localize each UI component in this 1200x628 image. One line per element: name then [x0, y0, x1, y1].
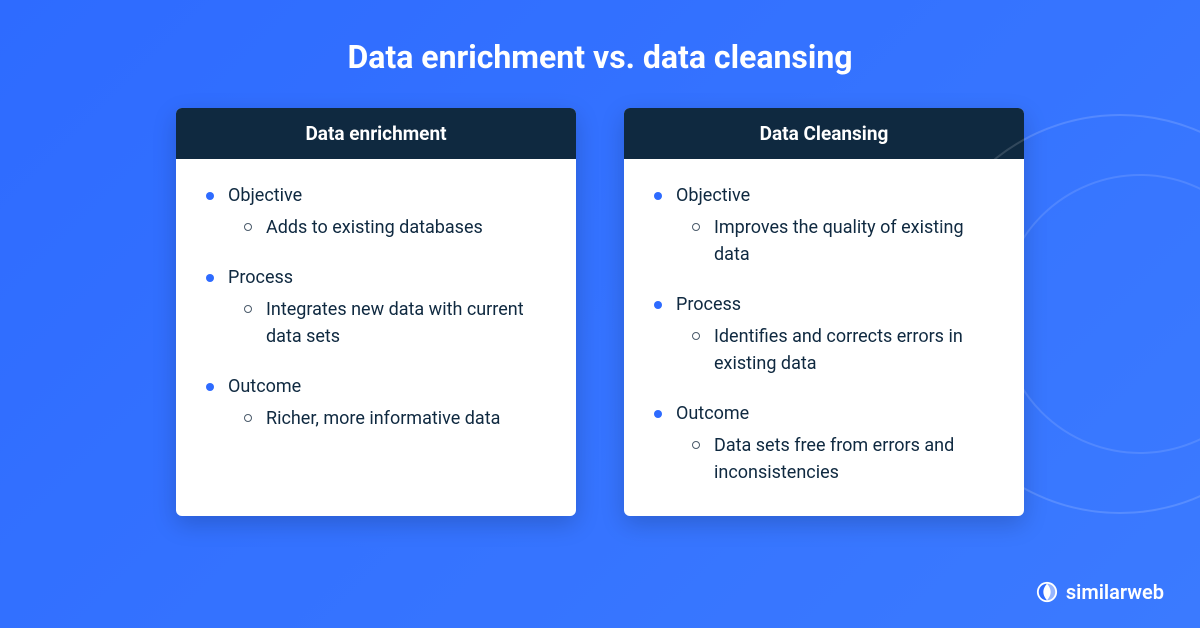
- section-label: Process: [206, 267, 546, 288]
- bullet-hollow-icon: [692, 441, 700, 449]
- brand-logo: similarweb: [1036, 580, 1164, 604]
- section-label-text: Objective: [228, 185, 302, 206]
- card-enrichment: Data enrichment Objective Adds to existi…: [176, 108, 576, 516]
- bullet-filled-icon: [654, 410, 662, 418]
- section-detail: Adds to existing databases: [206, 214, 546, 241]
- section-detail-text: Integrates new data with current data se…: [266, 296, 546, 350]
- section-label: Outcome: [206, 376, 546, 397]
- bullet-filled-icon: [206, 274, 214, 282]
- section-detail-text: Adds to existing databases: [266, 214, 483, 241]
- section-detail: Richer, more informative data: [206, 405, 546, 432]
- section-outcome: Outcome Richer, more informative data: [206, 376, 546, 432]
- section-outcome: Outcome Data sets free from errors and i…: [654, 403, 994, 486]
- bullet-hollow-icon: [244, 414, 252, 422]
- bullet-hollow-icon: [244, 223, 252, 231]
- bullet-hollow-icon: [692, 332, 700, 340]
- bullet-filled-icon: [654, 192, 662, 200]
- similarweb-icon: [1036, 581, 1058, 603]
- section-label: Objective: [654, 185, 994, 206]
- section-detail-text: Richer, more informative data: [266, 405, 500, 432]
- section-label-text: Outcome: [676, 403, 749, 424]
- section-process: Process Integrates new data with current…: [206, 267, 546, 350]
- section-label-text: Objective: [676, 185, 750, 206]
- section-label-text: Process: [676, 294, 741, 315]
- bullet-filled-icon: [206, 192, 214, 200]
- bullet-filled-icon: [654, 301, 662, 309]
- card-header: Data Cleansing: [624, 108, 1024, 159]
- card-header: Data enrichment: [176, 108, 576, 159]
- bullet-hollow-icon: [244, 305, 252, 313]
- section-detail-text: Data sets free from errors and inconsist…: [714, 432, 994, 486]
- brand-text: similarweb: [1066, 580, 1164, 604]
- card-body: Objective Adds to existing databases Pro…: [176, 159, 576, 462]
- section-objective: Objective Adds to existing databases: [206, 185, 546, 241]
- section-label-text: Outcome: [228, 376, 301, 397]
- bullet-filled-icon: [206, 383, 214, 391]
- section-detail: Data sets free from errors and inconsist…: [654, 432, 994, 486]
- section-label: Objective: [206, 185, 546, 206]
- bullet-hollow-icon: [692, 223, 700, 231]
- section-detail: Integrates new data with current data se…: [206, 296, 546, 350]
- section-label-text: Process: [228, 267, 293, 288]
- page-title: Data enrichment vs. data cleansing: [0, 0, 1200, 108]
